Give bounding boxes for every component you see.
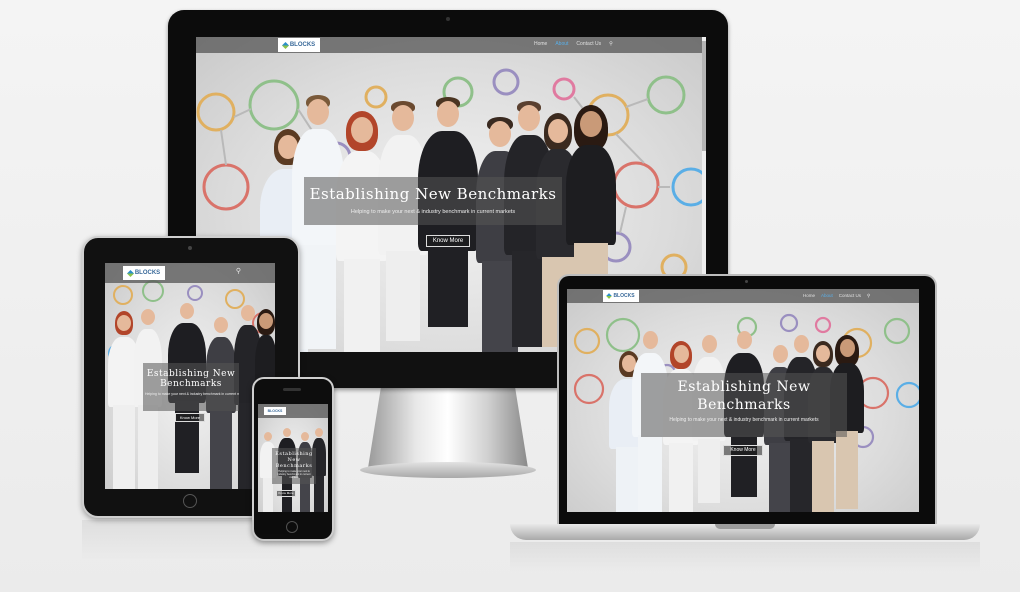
site-header: BLOCKS <box>258 404 328 418</box>
hero-subtitle: Helping to make your next & industry ben… <box>277 470 311 479</box>
imac-stand-neck <box>368 388 528 468</box>
search-icon[interactable]: ⚲ <box>609 41 613 47</box>
hero-title: Establishing New Benchmarks <box>275 451 313 469</box>
site-logo[interactable]: BLOCKS <box>278 38 320 52</box>
imac-camera <box>446 17 450 21</box>
search-icon[interactable]: ⚲ <box>867 293 870 299</box>
hero-caption: Establishing New Benchmarks Helping to m… <box>272 448 316 484</box>
hero-subtitle: Helping to make your next & industry ben… <box>145 392 239 396</box>
hero-caption: Establishing New Benchmarks Helping to m… <box>641 373 847 437</box>
laptop-notch <box>715 524 775 529</box>
logo-mark-icon <box>606 293 613 299</box>
know-more-button[interactable]: Know More <box>175 413 205 422</box>
nav-about-link[interactable]: About <box>821 293 833 299</box>
site-logo[interactable]: BLOCKS <box>603 290 639 302</box>
phone-screen: BLOCKS Establishing New Benchmarks Helpi… <box>258 404 328 512</box>
hero-caption: Establishing New Benchmarks Helping to m… <box>304 177 562 225</box>
nav-contact-link[interactable]: Contact Us <box>839 293 861 299</box>
logo-text: BLOCKS <box>267 409 283 413</box>
tablet-screen: BLOCKS ⚲ Establishing New Benchmarks Hel… <box>105 263 275 489</box>
phone-speaker <box>283 388 301 391</box>
know-more-button[interactable]: Know More <box>426 235 470 247</box>
hero-title-line2: Benchmarks <box>160 379 222 389</box>
logo-mark-icon <box>281 41 289 49</box>
nav-home-link[interactable]: Home <box>534 41 547 47</box>
site-nav: Home About Contact Us ⚲ <box>803 293 870 299</box>
logo-text: BLOCKS <box>613 293 635 299</box>
imac-stand-base <box>360 462 536 478</box>
hero-subtitle: Helping to make your next & industry ben… <box>350 209 516 215</box>
scrollbar-thumb[interactable] <box>702 41 706 151</box>
laptop-camera <box>745 280 748 283</box>
site-nav: Home About Contact Us ⚲ <box>534 41 613 47</box>
floor-reflection <box>510 542 980 572</box>
hero-caption: Establishing New Benchmarks Helping to m… <box>143 363 239 411</box>
know-more-button[interactable]: Know More <box>276 490 296 497</box>
nav-home-link[interactable]: Home <box>803 293 815 299</box>
site-logo[interactable]: BLOCKS <box>264 407 286 415</box>
nav-about-link[interactable]: About <box>555 41 568 47</box>
hero-title-line1: Establishing New <box>677 379 811 395</box>
site-header: BLOCKS Home About Contact Us ⚲ <box>567 289 919 303</box>
hero-subtitle: Helping to make your next & industry ben… <box>669 417 819 423</box>
logo-text: BLOCKS <box>289 42 316 48</box>
know-more-button[interactable]: Know More <box>723 445 763 456</box>
site-header: BLOCKS Home About Contact Us ⚲ <box>196 37 706 53</box>
logo-text: BLOCKS <box>134 270 161 276</box>
floor-reflection <box>82 520 300 560</box>
hero-title-line1: Establishing New <box>146 369 236 379</box>
nav-contact-link[interactable]: Contact Us <box>576 41 601 47</box>
site-header: BLOCKS ⚲ <box>105 263 275 283</box>
search-icon[interactable]: ⚲ <box>236 267 241 275</box>
tablet-home-button <box>183 494 197 508</box>
logo-mark-icon <box>126 269 134 277</box>
hero-title: Establishing New Benchmarks <box>309 185 557 203</box>
site-logo[interactable]: BLOCKS <box>123 266 165 280</box>
hero-title-line2: Benchmarks <box>697 397 791 413</box>
laptop-screen: BLOCKS Home About Contact Us ⚲ Establish… <box>567 289 919 512</box>
responsive-mockup-stage: BLOCKS Home About Contact Us ⚲ Establish… <box>0 0 1020 592</box>
tablet-camera <box>188 246 192 250</box>
